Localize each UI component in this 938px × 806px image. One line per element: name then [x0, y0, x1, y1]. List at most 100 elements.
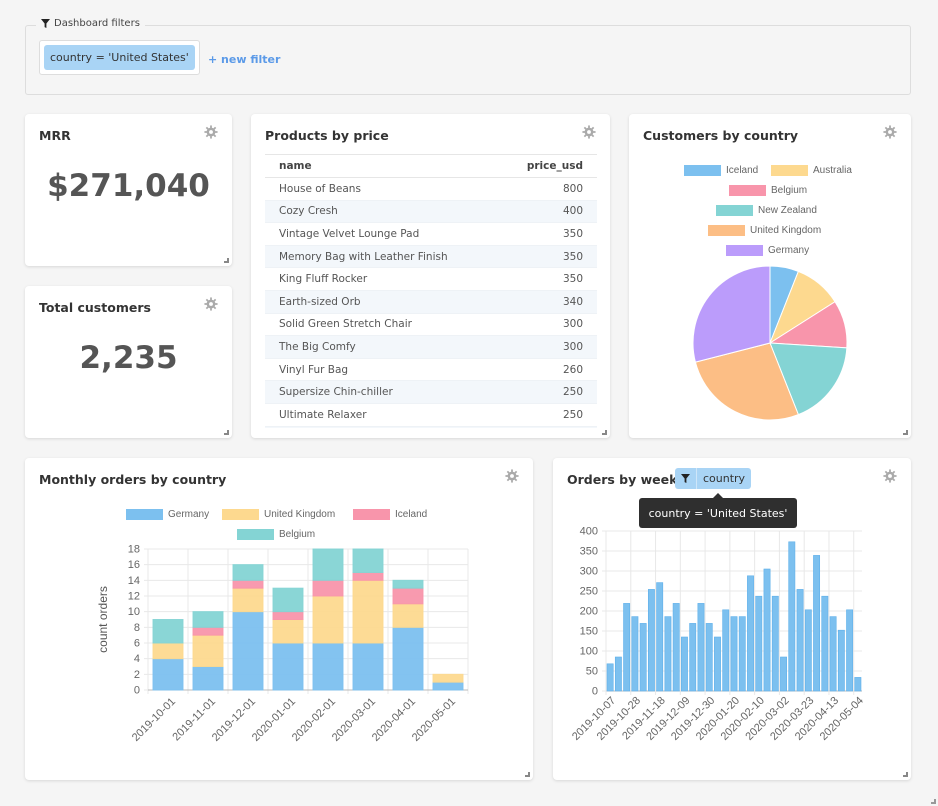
filters-legend-label: Dashboard filters — [54, 18, 140, 29]
bar-segment-belgium[interactable] — [392, 579, 424, 589]
bar-segment-united-kingdom[interactable] — [152, 642, 184, 660]
bar-segment-belgium[interactable] — [352, 548, 384, 573]
page-resize-handle[interactable] — [931, 799, 936, 804]
y-tick-label: 6 — [134, 638, 140, 650]
bar-segment-united-kingdom[interactable] — [432, 673, 464, 683]
table-row[interactable]: Solid Green Stretch Chair 300 — [265, 313, 597, 337]
product-price — [497, 426, 597, 428]
bar-segment-belgium[interactable] — [152, 619, 184, 644]
week-bar[interactable] — [854, 677, 862, 692]
bar-segment-belgium[interactable] — [272, 587, 304, 613]
product-price: 400 — [497, 200, 597, 224]
new-filter-button[interactable]: + new filter — [208, 53, 280, 66]
week-bar[interactable] — [829, 616, 837, 692]
gear-icon[interactable] — [204, 125, 218, 139]
bar-segment-germany[interactable] — [152, 658, 184, 691]
resize-handle[interactable] — [224, 430, 229, 435]
week-bar[interactable] — [771, 595, 779, 692]
week-bar[interactable] — [813, 555, 821, 692]
week-bar[interactable] — [846, 609, 854, 692]
week-bar[interactable] — [656, 582, 664, 692]
resize-handle[interactable] — [602, 430, 607, 435]
table-row[interactable] — [265, 426, 597, 428]
column-header-name[interactable]: name — [265, 155, 498, 178]
bar-segment-iceland[interactable] — [392, 587, 424, 605]
bar-segment-germany[interactable] — [272, 642, 304, 691]
week-bar[interactable] — [705, 623, 713, 692]
bar-segment-germany[interactable] — [232, 611, 264, 691]
bar-segment-iceland[interactable] — [312, 579, 344, 597]
filter-pill-country[interactable]: country = 'United States' — [44, 45, 195, 70]
y-tick-label: 14 — [128, 575, 140, 587]
gear-icon[interactable] — [204, 297, 218, 311]
column-header-price[interactable]: price_usd — [497, 155, 597, 178]
bar-segment-germany[interactable] — [392, 626, 424, 691]
table-row[interactable]: House of Beans 800 — [265, 177, 597, 201]
bar-segment-belgium[interactable] — [192, 611, 224, 628]
bar-segment-united-kingdom[interactable] — [392, 603, 424, 628]
week-bar[interactable] — [639, 623, 647, 692]
table-row[interactable]: Earth-sized Orb 340 — [265, 290, 597, 314]
week-bar[interactable] — [747, 575, 754, 692]
table-row[interactable]: The Big Comfy 300 — [265, 335, 597, 359]
bar-segment-germany[interactable] — [192, 666, 224, 691]
bar-segment-belgium[interactable] — [232, 564, 264, 581]
bar-segment-united-kingdom[interactable] — [352, 579, 384, 644]
week-bar[interactable] — [763, 568, 771, 692]
week-bar[interactable] — [780, 656, 787, 692]
week-bar[interactable] — [647, 589, 655, 692]
total-customers-card: Total customers 2,235 — [25, 286, 232, 438]
week-bar[interactable] — [837, 629, 845, 692]
resize-handle[interactable] — [903, 430, 908, 435]
week-bar[interactable] — [681, 636, 688, 692]
bar-segment-iceland[interactable] — [272, 611, 304, 621]
week-bar[interactable] — [788, 541, 796, 692]
bar-segment-germany[interactable] — [312, 642, 344, 691]
week-bar[interactable] — [738, 616, 746, 692]
table-row[interactable]: King Fluff Rocker 350 — [265, 267, 597, 291]
week-bar[interactable] — [821, 595, 829, 692]
bar-segment-belgium[interactable] — [312, 548, 344, 581]
table-row[interactable]: Ultimate Relaxer 250 — [265, 403, 597, 427]
week-bar[interactable] — [672, 603, 680, 692]
week-bar[interactable] — [730, 616, 738, 692]
week-bar[interactable] — [631, 616, 639, 692]
week-bar[interactable] — [614, 656, 622, 692]
week-bar[interactable] — [804, 609, 812, 692]
week-bar[interactable] — [722, 609, 730, 692]
table-row[interactable]: Cozy Cresh 400 — [265, 200, 597, 224]
resize-handle[interactable] — [903, 772, 908, 777]
bar-segment-iceland[interactable] — [352, 572, 384, 581]
bar-segment-united-kingdom[interactable] — [312, 595, 344, 644]
products-table-scroll[interactable]: name price_usd House of Beans 800 Cozy Cre… — [265, 154, 597, 428]
week-bar[interactable] — [606, 663, 614, 692]
table-row[interactable]: Supersize Chin-chiller 250 — [265, 380, 597, 404]
bar-segment-germany[interactable] — [432, 681, 464, 691]
y-tick-label: 100 — [580, 646, 598, 658]
product-name: Vintage Velvet Lounge Pad — [265, 222, 498, 246]
gear-icon[interactable] — [582, 125, 596, 139]
y-tick-label: 0 — [592, 686, 598, 698]
resize-handle[interactable] — [525, 772, 530, 777]
week-bar[interactable] — [623, 603, 631, 692]
week-bar[interactable] — [755, 595, 763, 692]
y-tick-label: 150 — [580, 626, 598, 638]
week-bar[interactable] — [697, 603, 705, 692]
week-bar[interactable] — [714, 636, 721, 692]
bar-segment-united-kingdom[interactable] — [192, 634, 224, 668]
bar-segment-iceland[interactable] — [192, 626, 224, 636]
bar-segment-united-kingdom[interactable] — [232, 587, 264, 613]
table-row[interactable]: Memory Bag with Leather Finish 350 — [265, 245, 597, 269]
week-bar[interactable] — [689, 623, 697, 692]
week-bar[interactable] — [796, 589, 804, 692]
bar-segment-united-kingdom[interactable] — [272, 619, 304, 644]
resize-handle[interactable] — [224, 258, 229, 263]
bar-segment-germany[interactable] — [352, 642, 384, 691]
product-name: Earth-sized Orb — [265, 290, 498, 314]
week-bar[interactable] — [664, 616, 672, 692]
table-row[interactable]: Vintage Velvet Lounge Pad 350 — [265, 222, 597, 246]
y-tick-label: 50 — [586, 666, 598, 678]
bar-segment-iceland[interactable] — [232, 579, 264, 589]
table-row[interactable]: Vinyl Fur Bag 260 — [265, 358, 597, 382]
product-price: 350 — [497, 222, 597, 246]
